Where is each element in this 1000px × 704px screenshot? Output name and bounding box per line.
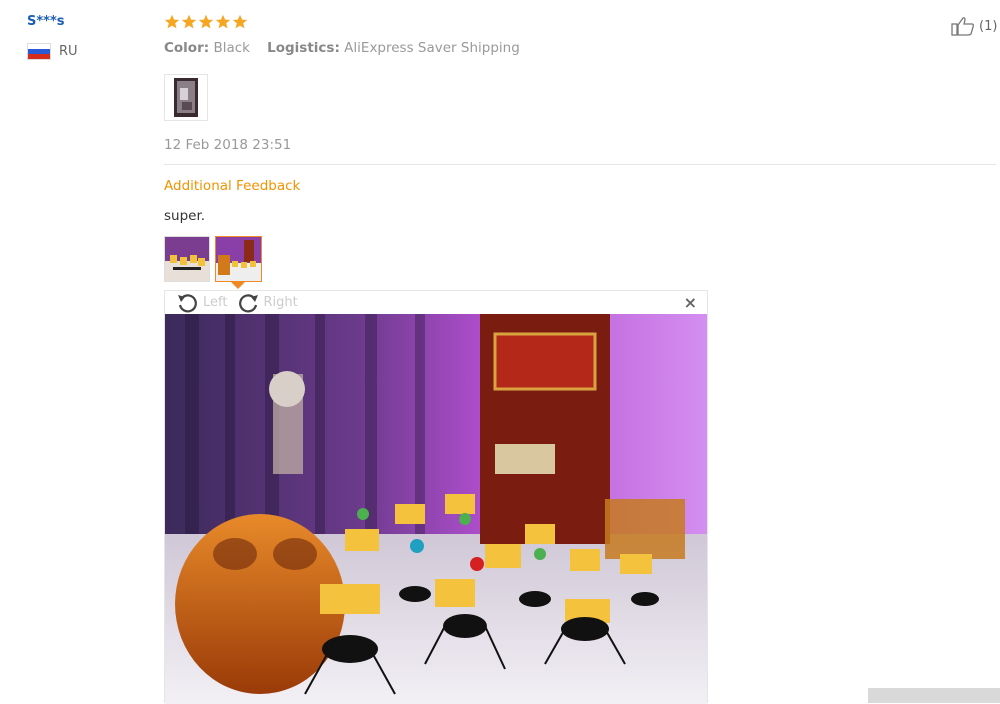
helpful-button[interactable]: (1) [951,16,997,36]
review-date: 12 Feb 2018 23:51 [164,137,292,153]
review-photo-large [165,314,707,704]
star-icon [215,14,231,29]
reviewer-country: RU [27,43,78,60]
additional-feedback-text: super. [164,208,206,224]
logistics-label: Logistics: [267,40,340,56]
photo-viewer: Left Right × [164,290,708,704]
color-label: Color: [164,40,210,56]
feedback-photo-thumbnail[interactable] [164,236,210,282]
thumbs-up-icon [951,17,974,36]
order-details: Color: Black Logistics: AliExpress Saver… [164,40,520,56]
rotate-right-label: Right [263,295,298,310]
rotate-left-label: Left [203,295,228,310]
reviewer-name: S***s [27,14,65,29]
rotate-right-icon [239,293,259,312]
horizontal-scrollbar[interactable] [868,688,1000,703]
color-value: Black [213,40,250,56]
viewer-toolbar: Left Right × [165,291,707,314]
divider [164,164,996,165]
review-photo-thumbnail[interactable] [164,74,208,121]
rotate-right-button[interactable]: Right [235,292,298,314]
logistics-value: AliExpress Saver Shipping [344,40,520,56]
star-icon [232,14,248,29]
star-rating [164,14,248,30]
rotate-left-button[interactable]: Left [175,292,227,314]
additional-feedback-heading: Additional Feedback [164,178,301,194]
selected-thumbnail-pointer [231,282,245,289]
star-icon [164,14,180,29]
helpful-count: (1) [979,18,998,34]
close-viewer-button[interactable]: × [684,293,697,312]
country-code: RU [59,44,78,59]
star-icon [181,14,197,29]
russia-flag-icon [27,43,51,60]
feedback-photo-thumbnail-selected[interactable] [215,236,262,282]
star-icon [198,14,214,29]
rotate-left-icon [178,293,197,312]
